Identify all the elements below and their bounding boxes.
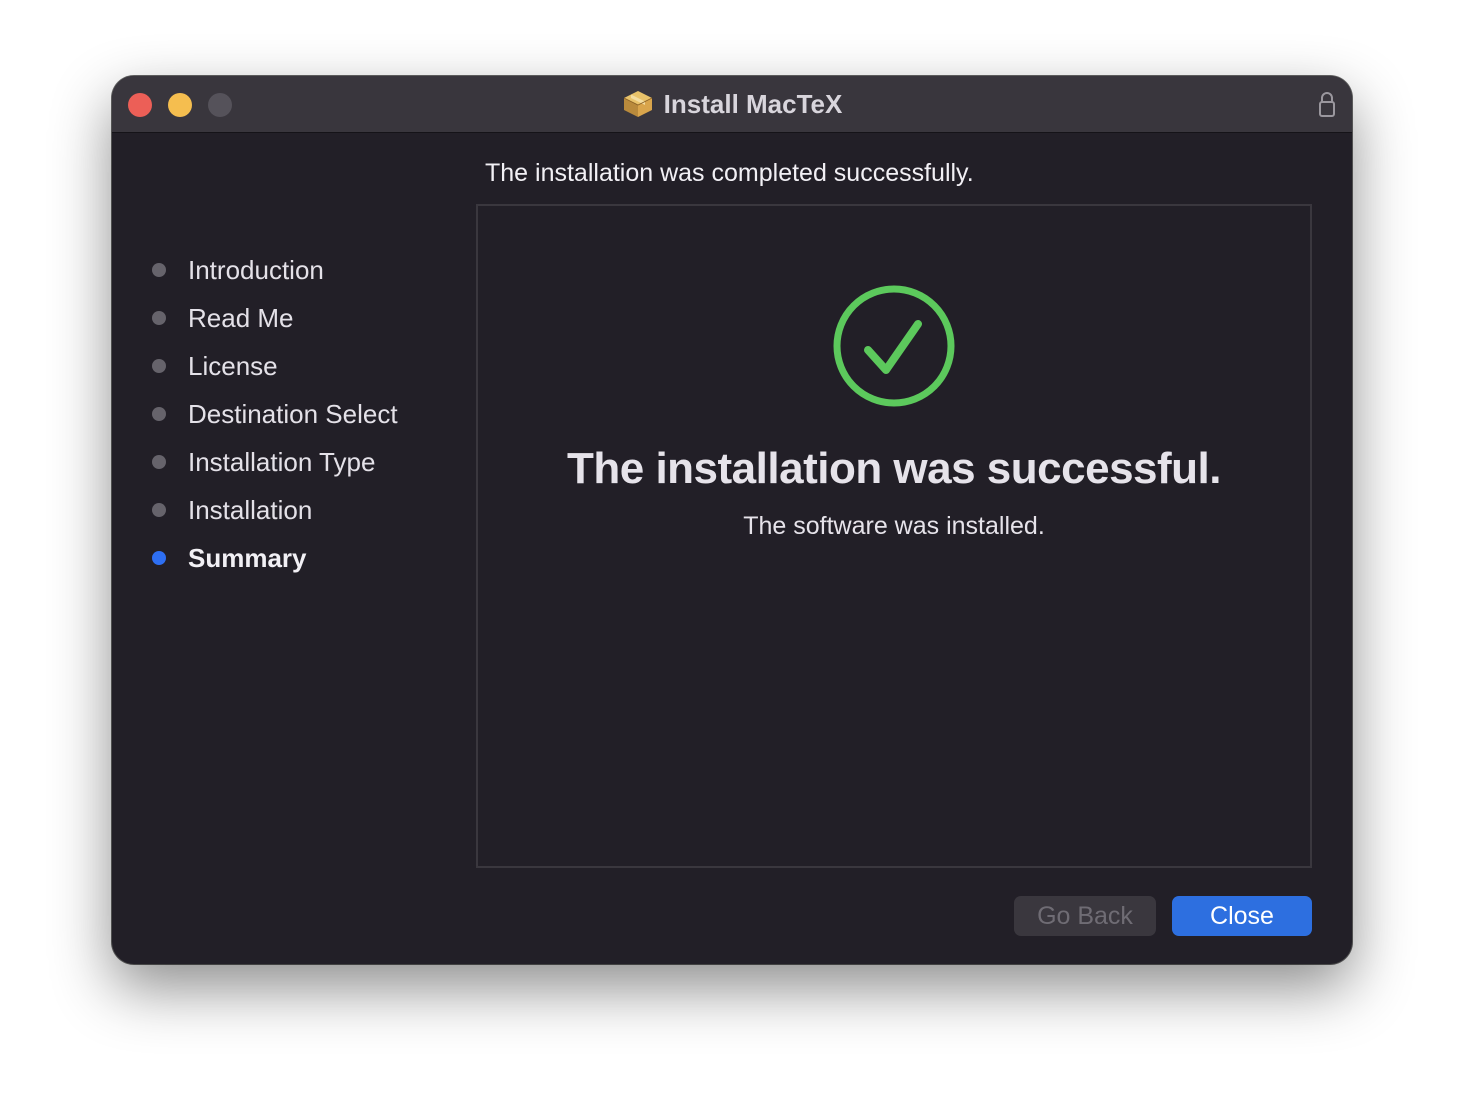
checkmark-circle-icon [833,285,955,407]
window-title: Install MacTeX [112,76,1352,132]
step-dot-icon [152,263,166,277]
step-label: License [188,350,278,381]
go-back-button[interactable]: Go Back [1014,896,1156,936]
step-label: Destination Select [188,398,398,429]
step-dot-active-icon [152,551,166,565]
step-dot-icon [152,503,166,517]
window-title-text: Install MacTeX [663,88,843,119]
success-message: The software was installed. [743,512,1045,540]
step-label: Read Me [188,302,294,333]
step-label: Summary [188,542,307,573]
step-license: License [150,342,470,390]
steps-sidebar: Introduction Read Me License Destination… [150,246,470,582]
step-label: Introduction [188,254,324,285]
step-dot-icon [152,455,166,469]
step-installation: Installation [150,486,470,534]
step-dot-icon [152,359,166,373]
lock-icon [1319,92,1335,117]
step-installation-type: Installation Type [150,438,470,486]
step-read-me: Read Me [150,294,470,342]
package-icon [623,91,652,117]
step-label: Installation [188,494,313,525]
installer-window: Install MacTeX The installation was comp… [112,76,1352,964]
page-subtitle: The installation was completed successfu… [485,159,974,187]
step-label: Installation Type [188,446,376,477]
step-destination-select: Destination Select [150,390,470,438]
step-summary: Summary [150,534,470,582]
content-panel: The installation was successful. The sof… [476,204,1312,868]
success-headline: The installation was successful. [567,444,1222,493]
close-button[interactable]: Close [1172,896,1312,936]
title-bar[interactable]: Install MacTeX [112,76,1352,133]
step-dot-icon [152,311,166,325]
step-introduction: Introduction [150,246,470,294]
step-dot-icon [152,407,166,421]
